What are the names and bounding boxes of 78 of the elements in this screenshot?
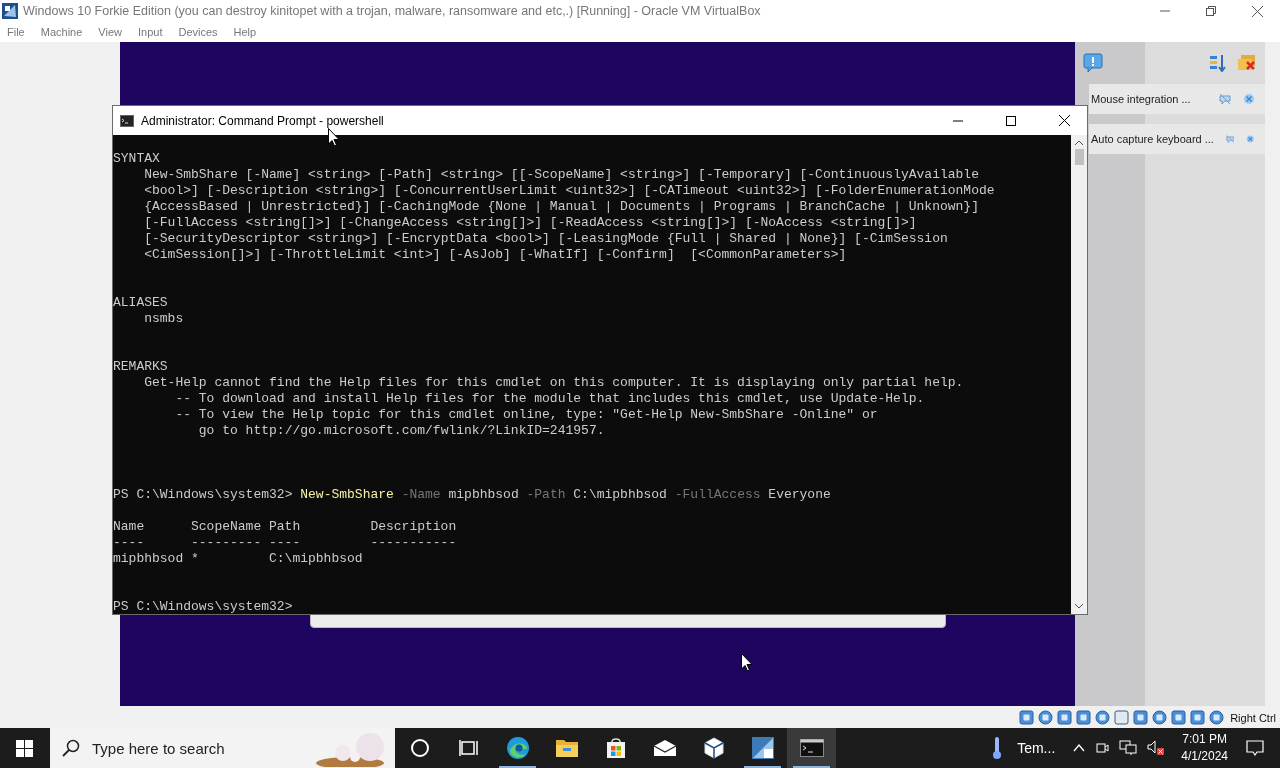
weather-label[interactable]: Tem...	[1017, 740, 1056, 756]
table-cell: mipbhbsod	[113, 551, 184, 567]
column-header: Path	[269, 519, 301, 535]
table-cell: *	[191, 551, 199, 567]
search-input[interactable]: Type here to search	[90, 738, 294, 758]
console-line: -- To download and install Help files for the module that includes this cmdlet, use Update-Help.	[174, 391, 925, 407]
column-header: ScopeName	[191, 519, 262, 535]
notification-icon[interactable]	[1246, 739, 1264, 757]
console-line: Get-Help cannot find the Help files for this cmdlet on this computer. It is displaying only partial help.	[143, 375, 964, 391]
menu-item[interactable]: Input	[137, 26, 163, 38]
circle-icon	[409, 738, 430, 758]
console-line: [-FullAccess <string[]>] [-ChangeAccess <string[]>] [-ReadAccess <string[]>] [-NoAccess <string[]>]	[143, 215, 917, 231]
column-rule: ---------	[191, 535, 262, 551]
scrollbar-thumb[interactable]	[1074, 149, 1084, 165]
clock-date: 4/1/2024	[1181, 748, 1228, 765]
console-line: nsmbs	[143, 311, 184, 327]
app-tile-icon	[750, 736, 775, 760]
search-icon	[62, 739, 80, 757]
close-icon[interactable]	[1246, 133, 1255, 145]
column-header: Description	[370, 519, 457, 535]
windows-logo-icon	[15, 739, 33, 757]
console-line: go to http://go.microsoft.com/fwlink/?LinkID=241957.	[197, 423, 605, 439]
console-heading: SYNTAX	[113, 151, 160, 167]
console-line: [-SecurityDescriptor <string>] [-EncryptData <bool>] [-LeasingMode {Full | Shared | None}] [-CimSession	[143, 231, 948, 247]
close-icon[interactable]	[1243, 93, 1255, 105]
menu-item[interactable]: Machine	[40, 26, 83, 38]
search-bar[interactable]: Type here to search	[50, 728, 395, 768]
column-header: Name	[113, 519, 145, 535]
window-title: Windows 10 Forkie Edition (you can destroy kinitopet with a trojan, malware, ransomware and etc,.) [Running] - Oracle VM VirtualBox	[23, 4, 762, 18]
clock[interactable]: 7:01 PM 4/1/2024	[1181, 731, 1228, 765]
folder-icon	[554, 738, 579, 758]
notification-card[interactable]: Auto capture keyboard ...	[1089, 124, 1265, 154]
menu-item[interactable]: Help	[233, 26, 257, 38]
camera-icon[interactable]	[1095, 740, 1110, 756]
console-heading: REMARKS	[113, 359, 168, 375]
cube-icon	[702, 737, 725, 759]
scroll-down-icon[interactable]	[1074, 603, 1084, 609]
terminal-icon	[799, 739, 824, 757]
clock-time: 7:01 PM	[1182, 731, 1227, 748]
menu-item[interactable]: View	[98, 26, 122, 38]
notification-card[interactable]: Mouse integration ...	[1089, 84, 1265, 114]
console-line: <bool>] [-Description <string>] [-ConcurrentUserLimit <uint32>] [-CATimeout <uint32>] [-FolderEnumerationMode	[143, 183, 995, 199]
table-cell: C:\mipbhbsod	[269, 551, 363, 567]
taskbar-app-button[interactable]	[787, 728, 836, 768]
scrollbar[interactable]	[1071, 135, 1087, 614]
console-heading: ALIASES	[113, 295, 168, 311]
close-icon	[1058, 115, 1070, 126]
column-rule: ----	[269, 535, 301, 551]
console-title: Administrator: Command Prompt - powershell	[141, 113, 384, 128]
console-line: -- To view the Help topic for this cmdlet online, type: "Get-Help New-SmbShare -Online" or	[174, 407, 878, 423]
host-key-label: Right Ctrl	[1230, 711, 1276, 724]
chevron-up-icon[interactable]	[1073, 744, 1086, 752]
message-alert-icon[interactable]	[1083, 53, 1103, 73]
column-rule: ----	[113, 535, 145, 551]
notification-text: Mouse integration ...	[1091, 93, 1192, 105]
console-line: <CimSession[]>] [-ThrottleLimit <int>] [-AsJob] [-WhatIf] [-Confirm] [<CommonParameters>]	[143, 247, 847, 263]
console-icon	[120, 114, 134, 127]
notification-text: Auto capture keyboard ...	[1091, 133, 1214, 145]
browser-icon	[505, 736, 530, 760]
thermometer-icon[interactable]	[991, 736, 1004, 760]
scroll-up-icon[interactable]	[1074, 140, 1084, 146]
shopping-bag-icon	[604, 737, 627, 759]
console-line: New-SmbShare [-Name] <string> [-Path] <string> [[-ScopeName] <string>] [-Temporary] [-ContinuouslyAvailable	[143, 167, 979, 183]
menu-item[interactable]: Devices	[178, 26, 218, 38]
volume-muted-icon[interactable]	[1147, 740, 1166, 756]
console-command: PS C:\Windows\system32> New-SmbShare -Name mipbhbsod -Path C:\mipbhbsod -FullAccess Everyone	[113, 487, 831, 503]
maximize-icon	[1006, 115, 1016, 126]
close-icon	[1251, 5, 1263, 17]
envelope-icon	[652, 739, 677, 757]
task-view-icon	[458, 739, 479, 757]
sort-icon[interactable]	[1209, 54, 1227, 72]
console-prompt: PS C:\Windows\system32>	[113, 599, 293, 614]
menu-item[interactable]: File	[7, 26, 25, 38]
column-rule: -----------	[370, 535, 457, 551]
console-line: {AccessBased | Unrestricted}] [-CachingMode {None | Manual | Documents | Programs | BranchCache | Unknown}]	[143, 199, 979, 215]
cursor-icon	[741, 653, 753, 672]
restore-icon	[1206, 6, 1216, 16]
close-all-icon[interactable]	[1237, 54, 1257, 72]
